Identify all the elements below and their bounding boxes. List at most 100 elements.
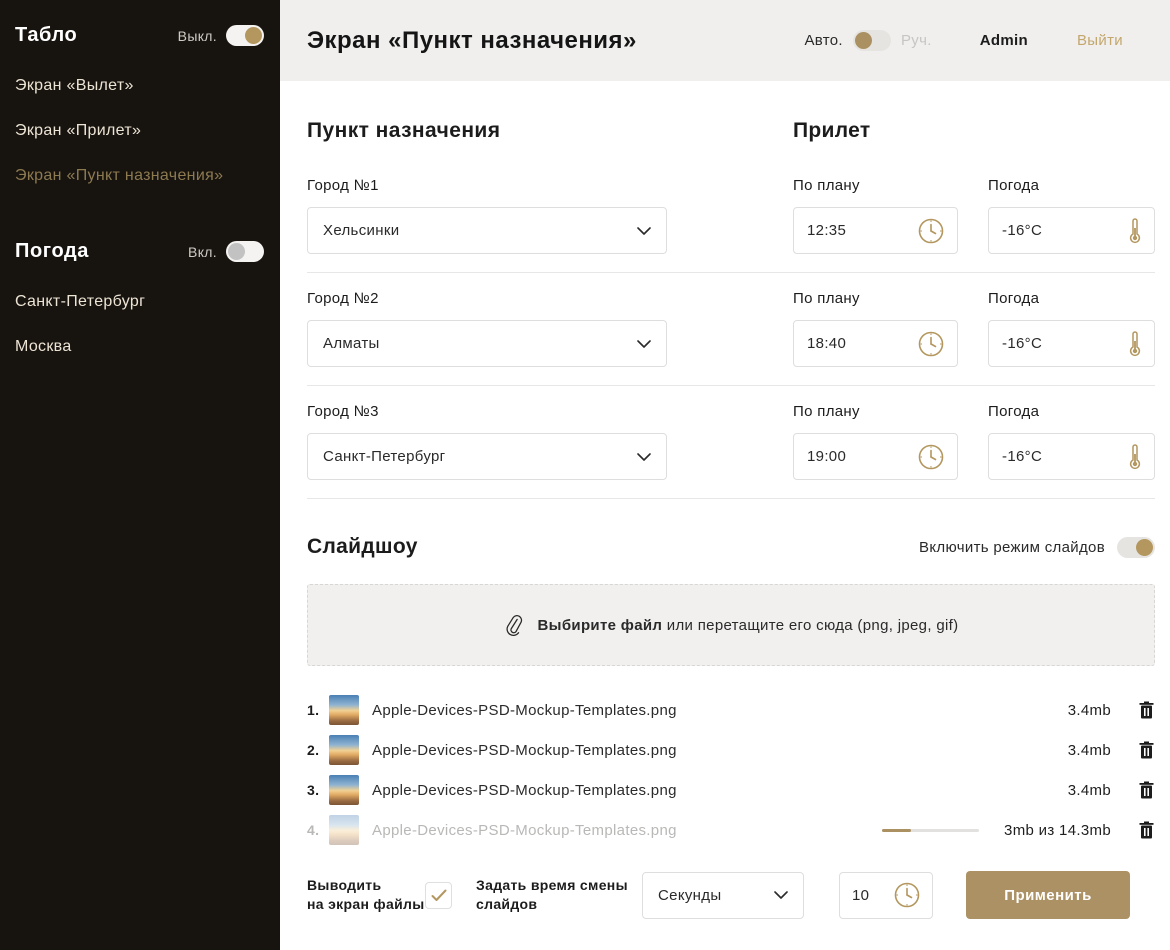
thermometer-icon	[1129, 331, 1141, 357]
file-name: Apple-Devices-PSD-Mockup-Templates.png	[372, 822, 882, 839]
chevron-down-icon	[637, 453, 651, 461]
upload-progress-bar	[882, 829, 979, 832]
slideshow-toggle-label: Включить режим слайдов	[919, 539, 1105, 556]
city2-value: Алматы	[323, 335, 380, 352]
weather2-input[interactable]: -16°C	[988, 320, 1155, 367]
user-name: Admin	[980, 32, 1028, 49]
weather3-input[interactable]: -16°C	[988, 433, 1155, 480]
file-thumbnail	[329, 735, 359, 765]
city3-select[interactable]: Санкт-Петербург	[307, 433, 667, 480]
sidebar-section-weather: Погода Вкл. Санкт-Петербург Москва	[15, 240, 264, 365]
plan3-time-input[interactable]: 19:00	[793, 433, 958, 480]
chevron-down-icon	[774, 891, 788, 899]
display-files-checkbox[interactable]	[425, 882, 452, 909]
file-thumbnail	[329, 815, 359, 845]
file-row-1: 1. Apple-Devices-PSD-Mockup-Templates.pn…	[307, 690, 1155, 730]
file-dropzone[interactable]: Выбирите файл или перетащите его сюда (p…	[307, 584, 1155, 666]
chevron-down-icon	[637, 340, 651, 348]
plan2-label: По плану	[793, 290, 988, 307]
file-name: Apple-Devices-PSD-Mockup-Templates.png	[372, 742, 1068, 759]
delete-file-button[interactable]	[1139, 781, 1155, 799]
weather-toggle-label: Вкл.	[188, 244, 217, 260]
weather1-input[interactable]: -16°C	[988, 207, 1155, 254]
delete-file-button[interactable]	[1139, 821, 1155, 839]
city2-label: Город №2	[307, 290, 793, 307]
weather3-label: Погода	[988, 403, 1039, 420]
divider	[307, 272, 1155, 273]
content: Пункт назначения Прилет Город №1 По план…	[280, 81, 1170, 950]
mode-manual-label: Руч.	[901, 32, 932, 49]
dropzone-text-bold: Выбирите файл	[538, 617, 663, 634]
mode-auto-label: Авто.	[804, 32, 842, 49]
chevron-down-icon	[637, 227, 651, 235]
divider	[307, 385, 1155, 386]
weather1-value: -16°C	[1002, 222, 1042, 239]
plan1-time-value: 12:35	[807, 222, 846, 239]
file-number: 3.	[307, 782, 329, 798]
mode-toggle[interactable]	[853, 30, 891, 51]
sidebar-weather-title: Погода	[15, 240, 89, 263]
weather-toggle[interactable]	[226, 241, 264, 262]
thermometer-icon	[1129, 218, 1141, 244]
clock-icon	[918, 331, 944, 357]
sidebar-section-board: Табло Выкл. Экран «Вылет» Экран «Прилет»…	[15, 24, 264, 194]
sidebar-item-destination-screen[interactable]: Экран «Пункт назначения»	[15, 157, 264, 194]
file-number: 1.	[307, 702, 329, 718]
plan3-label: По плану	[793, 403, 988, 420]
apply-button[interactable]: Применить	[966, 871, 1130, 919]
delete-file-button[interactable]	[1139, 701, 1155, 719]
divider	[307, 498, 1155, 499]
interval-unit-select[interactable]: Секунды	[642, 872, 804, 919]
city-row-2: Город №2 По плану Погода Алматы 18:40 -1…	[307, 290, 1155, 386]
clock-icon	[918, 444, 944, 470]
plan1-label: По плану	[793, 177, 988, 194]
plan1-time-input[interactable]: 12:35	[793, 207, 958, 254]
interval-unit-value: Секунды	[658, 887, 721, 904]
file-row-3: 3. Apple-Devices-PSD-Mockup-Templates.pn…	[307, 770, 1155, 810]
file-name: Apple-Devices-PSD-Mockup-Templates.png	[372, 702, 1068, 719]
city1-value: Хельсинки	[323, 222, 399, 239]
sidebar-item-spb[interactable]: Санкт-Петербург	[15, 283, 264, 320]
weather2-label: Погода	[988, 290, 1039, 307]
display-files-label: Выводить на экран файлы	[307, 876, 425, 914]
thermometer-icon	[1129, 444, 1141, 470]
interval-value-input[interactable]: 10	[839, 872, 933, 919]
city1-label: Город №1	[307, 177, 793, 194]
arrival-heading: Прилет	[793, 119, 871, 143]
city3-label: Город №3	[307, 403, 793, 420]
delete-file-button[interactable]	[1139, 741, 1155, 759]
plan3-time-value: 19:00	[807, 448, 846, 465]
plan2-time-value: 18:40	[807, 335, 846, 352]
city3-value: Санкт-Петербург	[323, 448, 445, 465]
city-row-1: Город №1 По плану Погода Хельсинки 12:35…	[307, 177, 1155, 273]
weather3-value: -16°C	[1002, 448, 1042, 465]
file-size: 3.4mb	[1068, 742, 1111, 759]
logout-link[interactable]: Выйти	[1077, 32, 1123, 49]
check-icon	[431, 889, 447, 902]
file-size: 3mb из 14.3mb	[1004, 822, 1111, 839]
weather1-label: Погода	[988, 177, 1039, 194]
file-size: 3.4mb	[1068, 702, 1111, 719]
file-name: Apple-Devices-PSD-Mockup-Templates.png	[372, 782, 1068, 799]
topbar: Экран «Пункт назначения» Авто. Руч. Admi…	[280, 0, 1170, 81]
board-toggle[interactable]	[226, 25, 264, 46]
main-area: Экран «Пункт назначения» Авто. Руч. Admi…	[280, 0, 1170, 950]
city-row-3: Город №3 По плану Погода Санкт-Петербург…	[307, 403, 1155, 499]
city1-select[interactable]: Хельсинки	[307, 207, 667, 254]
file-size: 3.4mb	[1068, 782, 1111, 799]
file-thumbnail	[329, 775, 359, 805]
slide-interval-label: Задать время смены слайдов	[476, 876, 642, 914]
sidebar-item-departure-screen[interactable]: Экран «Вылет»	[15, 67, 264, 104]
dropzone-text: Выбирите файл или перетащите его сюда (p…	[538, 617, 959, 634]
sidebar-item-moscow[interactable]: Москва	[15, 328, 264, 365]
file-row-2: 2. Apple-Devices-PSD-Mockup-Templates.pn…	[307, 730, 1155, 770]
slideshow-toggle[interactable]	[1117, 537, 1155, 558]
slideshow-heading: Слайдшоу	[307, 535, 418, 559]
plan2-time-input[interactable]: 18:40	[793, 320, 958, 367]
destination-heading: Пункт назначения	[307, 119, 793, 143]
city2-select[interactable]: Алматы	[307, 320, 667, 367]
dropzone-text-rest: или перетащите его сюда (png, jpeg, gif)	[662, 617, 958, 634]
sidebar-item-arrival-screen[interactable]: Экран «Прилет»	[15, 112, 264, 149]
mode-switch: Авто. Руч.	[804, 30, 931, 51]
file-number: 4.	[307, 822, 329, 838]
